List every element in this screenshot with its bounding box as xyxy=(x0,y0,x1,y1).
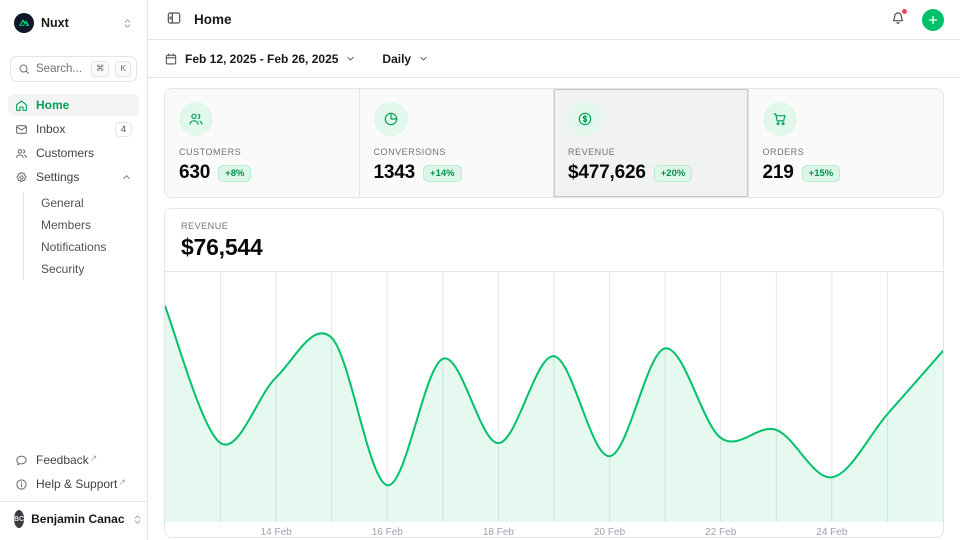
chevron-up-down-icon xyxy=(122,18,133,29)
stat-delta-badge: +14% xyxy=(423,165,462,182)
panel-left-icon xyxy=(166,10,182,26)
stat-value: $477,626 xyxy=(568,162,646,184)
date-range-picker[interactable]: Feb 12, 2025 - Feb 26, 2025 xyxy=(164,52,356,66)
notifications-button[interactable] xyxy=(888,8,908,31)
workspace-name: Nuxt xyxy=(41,16,115,30)
sidebar-footer: Feedback↗ Help & Support↗ xyxy=(8,449,139,501)
main-area: Home Feb 12, 2025 - Feb 26, 2025 Daily xyxy=(148,0,960,540)
stat-card-revenue[interactable]: REVENUE $477,626 +20% xyxy=(554,89,749,197)
calendar-icon xyxy=(164,52,178,66)
filter-toolbar: Feb 12, 2025 - Feb 26, 2025 Daily xyxy=(148,40,960,78)
add-button[interactable] xyxy=(922,9,944,31)
collapse-sidebar-button[interactable] xyxy=(164,8,184,31)
search-input[interactable]: Search... ⌘ K xyxy=(10,56,137,82)
revenue-chart-card: REVENUE $76,544 14 Feb 16 Feb 18 Feb 20 Feb… xyxy=(164,208,944,538)
external-link-icon: ↗ xyxy=(118,477,126,488)
kbd-k: K xyxy=(115,61,131,76)
date-range-label: Feb 12, 2025 - Feb 26, 2025 xyxy=(185,52,338,66)
stats-row: CUSTOMERS 630 +8% CONVERSIONS 1343 +14% xyxy=(164,88,944,198)
kbd-cmd: ⌘ xyxy=(91,61,110,76)
pie-chart-icon xyxy=(374,102,408,136)
stat-delta-badge: +15% xyxy=(802,165,841,182)
stat-card-conversions[interactable]: CONVERSIONS 1343 +14% xyxy=(360,89,555,197)
user-menu[interactable]: BC Benjamin Canac xyxy=(8,502,139,532)
sidebar-item-inbox[interactable]: Inbox 4 xyxy=(8,118,139,140)
sidebar-item-settings[interactable]: Settings xyxy=(8,166,139,188)
x-axis-tick-label: 14 Feb xyxy=(261,527,293,538)
help-support-link[interactable]: Help & Support↗ xyxy=(8,473,139,495)
sidebar-item-security[interactable]: Security xyxy=(24,258,139,280)
sidebar: Nuxt Search... ⌘ K Home Inbox 4 xyxy=(0,0,148,540)
gear-icon xyxy=(15,171,28,184)
sidebar-item-customers[interactable]: Customers xyxy=(8,142,139,164)
inbox-count-badge: 4 xyxy=(115,122,132,137)
sidebar-item-members[interactable]: Members xyxy=(24,214,139,236)
settings-subnav: General Members Notifications Security xyxy=(23,192,139,280)
shopping-cart-icon xyxy=(763,102,797,136)
users-icon xyxy=(179,102,213,136)
chevron-up-icon xyxy=(121,172,132,183)
home-icon xyxy=(15,99,28,112)
avatar: BC xyxy=(14,510,24,528)
stat-delta-badge: +8% xyxy=(218,165,251,182)
stat-label: ORDERS xyxy=(763,147,930,157)
users-icon xyxy=(15,147,28,160)
period-select[interactable]: Daily xyxy=(382,52,429,66)
stat-label: CONVERSIONS xyxy=(374,147,540,157)
x-axis-tick-label: 20 Feb xyxy=(594,527,626,538)
header: Home xyxy=(148,0,960,40)
stat-value: 630 xyxy=(179,162,210,184)
sidebar-item-general[interactable]: General xyxy=(24,192,139,214)
search-placeholder: Search... xyxy=(36,63,85,75)
sidebar-item-notifications[interactable]: Notifications xyxy=(24,236,139,258)
user-name: Benjamin Canac xyxy=(31,512,124,526)
x-axis-tick-label: 18 Feb xyxy=(483,527,515,538)
notification-dot xyxy=(901,8,908,15)
page-title: Home xyxy=(194,12,878,27)
search-icon xyxy=(18,63,30,75)
x-axis-tick-label: 24 Feb xyxy=(816,527,848,538)
revenue-area-chart: 14 Feb 16 Feb 18 Feb 20 Feb 22 Feb 24 Feb xyxy=(165,272,943,538)
chart-header: REVENUE $76,544 xyxy=(165,209,943,272)
x-axis-tick-label: 16 Feb xyxy=(372,527,404,538)
plus-icon xyxy=(927,14,939,26)
nuxt-logo-icon xyxy=(14,13,34,33)
stat-card-orders[interactable]: ORDERS 219 +15% xyxy=(749,89,944,197)
info-circle-icon xyxy=(15,478,28,491)
chevron-down-icon xyxy=(418,53,429,64)
stat-value: 1343 xyxy=(374,162,416,184)
workspace-switcher[interactable]: Nuxt xyxy=(8,8,139,38)
speech-bubble-icon xyxy=(15,454,28,467)
external-link-icon: ↗ xyxy=(90,453,98,464)
stat-label: REVENUE xyxy=(568,147,734,157)
stat-label: CUSTOMERS xyxy=(179,147,345,157)
inbox-icon xyxy=(15,123,28,136)
dollar-circle-icon xyxy=(568,102,602,136)
sidebar-item-home[interactable]: Home xyxy=(8,94,139,116)
content: CUSTOMERS 630 +8% CONVERSIONS 1343 +14% xyxy=(148,78,960,540)
x-axis-tick-label: 22 Feb xyxy=(705,527,737,538)
feedback-link[interactable]: Feedback↗ xyxy=(8,449,139,471)
chart-metric-label: REVENUE xyxy=(181,221,927,231)
stat-card-customers[interactable]: CUSTOMERS 630 +8% xyxy=(165,89,360,197)
stat-value: 219 xyxy=(763,162,794,184)
sidebar-nav: Home Inbox 4 Customers Settings Genera xyxy=(8,94,139,280)
chevron-up-down-icon xyxy=(132,514,143,525)
period-label: Daily xyxy=(382,52,411,66)
chevron-down-icon xyxy=(345,53,356,64)
chart-metric-value: $76,544 xyxy=(181,234,927,261)
stat-delta-badge: +20% xyxy=(654,165,693,182)
